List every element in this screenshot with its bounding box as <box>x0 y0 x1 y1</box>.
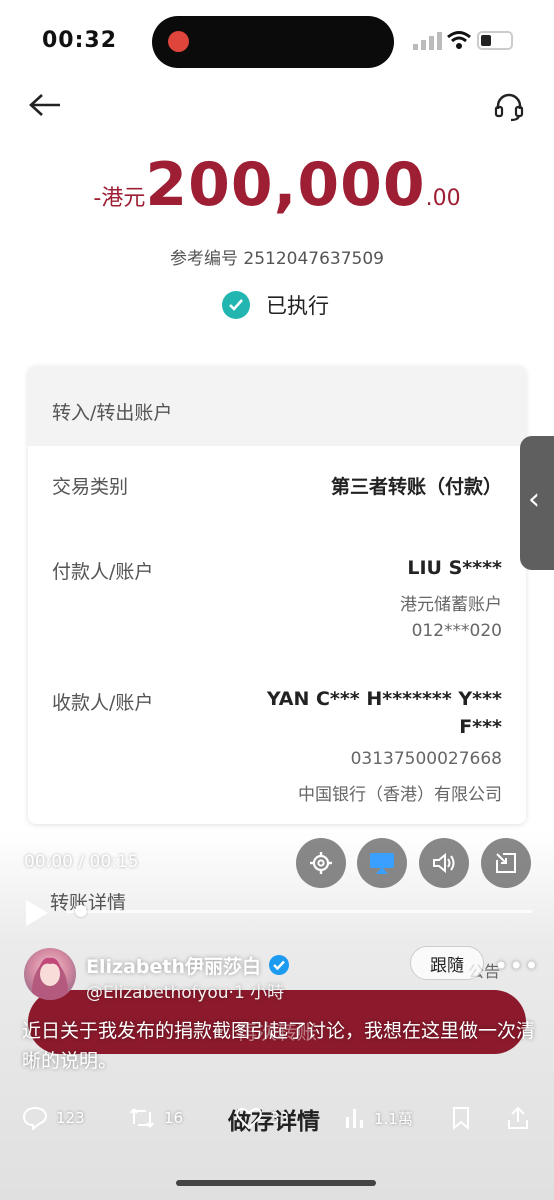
volume-button[interactable] <box>419 838 469 888</box>
picture-in-picture-button[interactable] <box>481 838 531 888</box>
retweet-count: 16 <box>164 1109 184 1127</box>
speaker-icon <box>433 852 455 874</box>
like-count: 33 <box>270 1109 290 1127</box>
payee-account-number: 03137500027668 <box>350 749 502 769</box>
airplay-icon <box>370 853 394 874</box>
minimize-icon <box>496 853 516 873</box>
status-text: 已执行 <box>266 294 329 318</box>
retweet-icon <box>130 1108 154 1128</box>
analytics-bars-icon <box>346 1109 363 1128</box>
video-settings-button[interactable] <box>296 838 346 888</box>
airplay-button[interactable] <box>357 838 407 888</box>
avatar[interactable] <box>24 948 76 1000</box>
tweet-time: ·1 小時 <box>228 983 285 1003</box>
transaction-type-value: 第三者转账（付款） <box>330 476 502 498</box>
checkmark-circle-icon <box>222 291 250 319</box>
tweet-display-name[interactable]: Elizabeth伊丽莎白 <box>86 952 261 979</box>
reply-button[interactable]: 123 <box>22 1104 85 1132</box>
transaction-type-label: 交易类别 <box>52 476 129 498</box>
view-count: 1.1萬 <box>374 1109 413 1128</box>
follow-button[interactable]: 跟隨 <box>410 946 484 980</box>
reference-number: 参考编号 2512047637509 <box>169 249 384 269</box>
payer-account-type: 港元储蓄账户 <box>400 595 502 615</box>
tweet-text: 近日关于我发布的捐款截图引起了讨论，我想在这里做一次清晰的说明。 <box>22 1020 536 1072</box>
views-button[interactable]: 1.1萬 <box>344 1104 413 1132</box>
avatar-portrait-icon <box>31 957 69 1000</box>
card-section-header: 转入/转出账户 <box>28 366 526 446</box>
like-button[interactable]: 33 <box>236 1104 289 1132</box>
amount-main: 200,000 <box>145 150 426 220</box>
amount-decimal: .00 <box>425 186 461 211</box>
share-button[interactable] <box>506 1104 538 1132</box>
payee-name-line2: F*** <box>459 716 502 738</box>
transaction-details-card: 转入/转出账户 交易类别 第三者转账（付款） 付款人/账户 LIU S**** … <box>28 366 526 824</box>
customer-service-headset-icon[interactable] <box>494 92 524 122</box>
tweet-handle: @Elizabethofyou·1 小時 <box>86 978 284 1003</box>
payee-bank: 中国银行（香港）有限公司 <box>298 785 502 805</box>
transfer-status: 已执行 <box>222 288 329 322</box>
payer-label: 付款人/账户 <box>52 561 154 583</box>
reply-bubble-icon <box>22 1106 48 1130</box>
transfer-amount: -港元200,000.00 <box>0 150 554 220</box>
bookmark-icon <box>453 1107 469 1130</box>
share-icon <box>508 1106 528 1129</box>
video-elapsed: 00:00 <box>24 852 73 872</box>
video-progress-track[interactable] <box>66 910 532 913</box>
verified-badge-icon <box>269 955 289 975</box>
heart-icon <box>236 1107 262 1130</box>
side-panel-handle[interactable]: ‹ <box>520 436 554 570</box>
recording-indicator-icon <box>168 31 189 52</box>
status-bar-time: 00:32 <box>42 28 118 53</box>
retweet-button[interactable]: 16 <box>128 1104 183 1132</box>
payee-label: 收款人/账户 <box>52 692 154 714</box>
payer-account-number: 012***020 <box>411 621 502 641</box>
amount-currency: -港元 <box>93 186 146 211</box>
play-icon[interactable] <box>22 898 50 928</box>
video-duration: 00:15 <box>89 852 139 872</box>
bookmark-button[interactable] <box>450 1104 480 1132</box>
cellular-signal-icon <box>413 32 442 50</box>
battery-icon <box>477 31 513 50</box>
more-options-icon[interactable]: ••• <box>494 952 539 980</box>
back-arrow-icon[interactable] <box>28 92 62 118</box>
handle-text: @Elizabethofyou <box>86 983 229 1003</box>
video-timestamp: 00:00 / 00:15 <box>24 852 139 872</box>
chevron-left-icon: ‹ <box>528 482 540 517</box>
payer-name: LIU S**** <box>407 557 502 579</box>
section-title: 转入/转出账户 <box>52 402 173 424</box>
payee-name-line1: YAN C*** H******* Y*** <box>266 688 502 710</box>
wifi-icon <box>447 31 471 49</box>
home-indicator[interactable] <box>176 1180 376 1186</box>
reply-count: 123 <box>56 1109 85 1127</box>
gear-icon <box>310 852 332 874</box>
